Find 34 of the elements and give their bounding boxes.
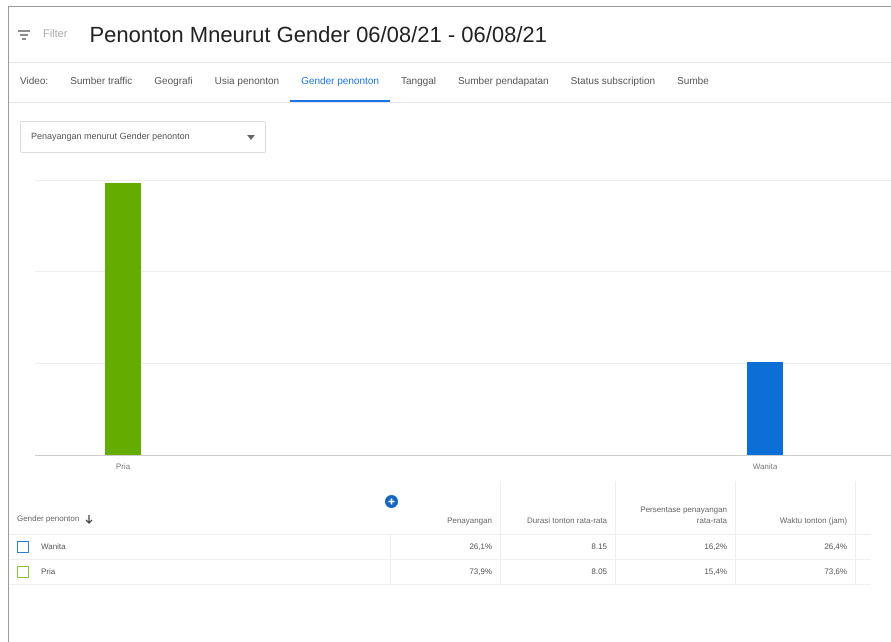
tab[interactable]: Gender penonton	[290, 62, 390, 102]
axis-label: Pria	[114, 461, 132, 473]
table-cell: 26,4%	[824, 541, 847, 553]
caret-icon	[247, 134, 255, 140]
tab[interactable]: Usia penonton	[204, 62, 290, 102]
tab[interactable]: Status subscription	[560, 62, 666, 102]
tab[interactable]: Video:	[9, 62, 60, 102]
column-header[interactable]: Waktu tonton (jam)	[780, 515, 847, 526]
table-cell: Pria	[41, 566, 56, 578]
checkbox[interactable]	[17, 541, 29, 553]
column-header[interactable]: Persentase penayangan rata-rata	[624, 504, 727, 526]
table-cell: 16,2%	[704, 541, 727, 553]
tab[interactable]: Sumber traffic	[59, 62, 144, 102]
axis-label: Wanita	[752, 461, 778, 473]
table-cell: Wanita	[41, 541, 66, 553]
table-cell: 73,9%	[469, 566, 492, 578]
column-header[interactable]: Gender penonton	[17, 513, 80, 526]
table-cell: 8.05	[591, 566, 607, 578]
metric-dropdown[interactable]: Penayangan menurut Gender penonton	[20, 121, 266, 153]
filter-icon[interactable]	[17, 28, 31, 40]
sort-arrow-icon[interactable]	[85, 515, 94, 524]
tab[interactable]: Sumbe	[666, 62, 720, 102]
column-header[interactable]: Penayangan	[447, 515, 492, 526]
table-cell: 73,6%	[824, 566, 847, 578]
table-cell: 15,4%	[704, 566, 727, 578]
add-column-icon[interactable]	[385, 495, 398, 508]
table-cell: 8.15	[591, 541, 607, 553]
column-header[interactable]: Durasi tonton rata-rata	[526, 515, 607, 526]
tab[interactable]: Geografi	[143, 62, 204, 102]
checkbox[interactable]	[17, 566, 29, 578]
table-cell: 26,1%	[469, 541, 492, 553]
tab[interactable]: Tanggal	[390, 62, 447, 102]
tab[interactable]: Sumber pendapatan	[446, 62, 560, 102]
page-title: Penonton Mneurut Gender 06/08/21 - 06/08/21	[89, 21, 547, 49]
